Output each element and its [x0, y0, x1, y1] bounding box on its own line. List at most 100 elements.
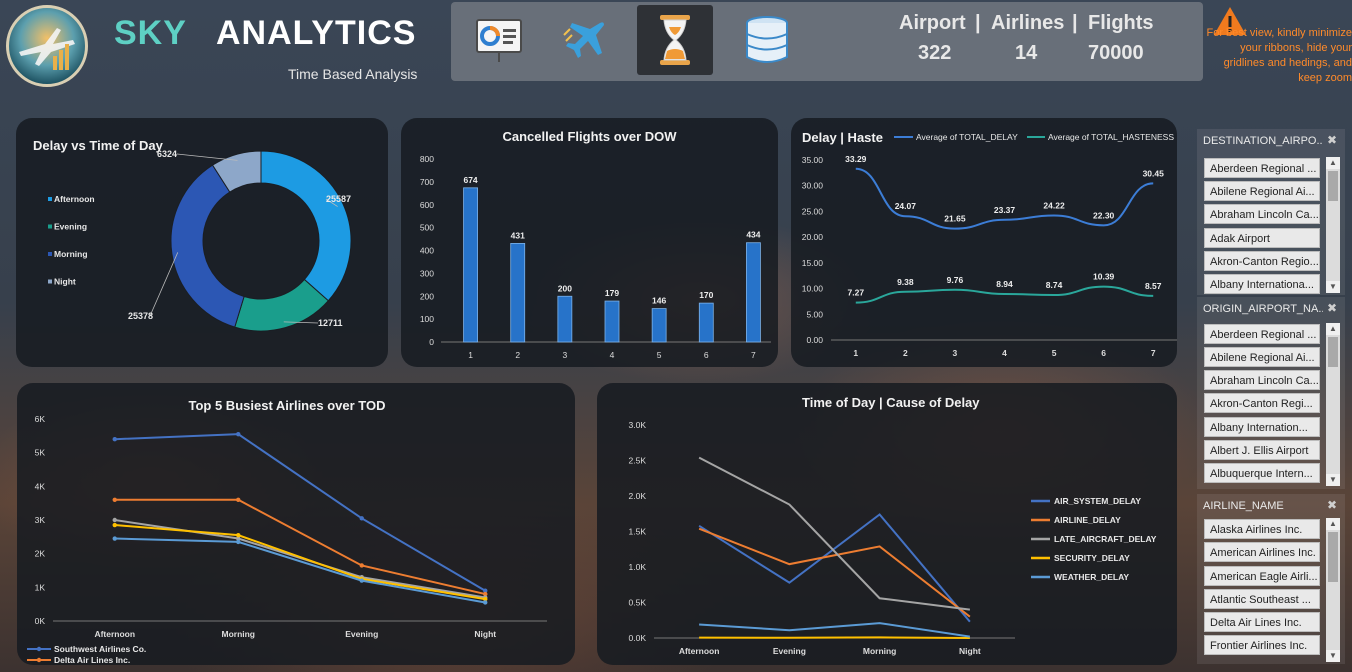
x-tick-label: Evening — [773, 646, 806, 656]
data-label: 674 — [463, 175, 477, 185]
line-chart: 0.0K 0.5K 1.0K 1.5K 2.0K 2.5K 3.0K Afternoon Eve… — [629, 420, 1157, 656]
y-tick-label: 800 — [420, 154, 434, 164]
slicer-item[interactable]: Aberdeen Regional ... — [1204, 158, 1320, 178]
slicer-item[interactable]: Abilene Regional Ai... — [1204, 347, 1320, 367]
data-label: 8.74 — [1046, 280, 1063, 290]
slicer-item[interactable]: Abraham Lincoln Ca... — [1204, 204, 1320, 224]
data-label: 22.30 — [1093, 210, 1115, 220]
slicer-item[interactable]: Aberdeen Regional ... — [1204, 324, 1320, 344]
slicer-item[interactable]: Akron-Canton Regi... — [1204, 393, 1320, 413]
brand-analytics: ANALYTICS — [216, 14, 417, 52]
scroll-thumb[interactable] — [1328, 171, 1338, 201]
slicer-item[interactable]: Albert J. Ellis Airport — [1204, 440, 1320, 460]
data-point — [359, 516, 364, 521]
slicer-item[interactable]: Albany Internationa... — [1204, 274, 1320, 294]
y-tick-label: 2K — [35, 549, 46, 559]
data-label: 431 — [511, 230, 525, 240]
data-label: 9.76 — [947, 275, 964, 285]
data-point — [112, 437, 117, 442]
clear-filter-icon[interactable]: ✖ — [1327, 133, 1337, 147]
y-tick-label: 1.0K — [629, 562, 647, 572]
data-label: 23.37 — [994, 205, 1016, 215]
data-label: 10.39 — [1093, 272, 1115, 282]
view-notice: For best view, kindly minimize your ribb… — [1206, 27, 1352, 84]
data-point — [112, 517, 117, 523]
slicer-scrollbar[interactable]: ▲ ▼ — [1326, 323, 1340, 486]
delay-vs-time-panel: Delay vs Time of Day 25587 12711 25378 6324… — [16, 118, 388, 367]
slicer-item[interactable]: Akron-Canton Regio... — [1204, 251, 1320, 271]
y-tick-label: 5K — [35, 448, 46, 458]
legend-label: Afternoon — [54, 194, 95, 204]
scroll-thumb[interactable] — [1328, 337, 1338, 367]
presentation-chart-icon — [476, 19, 522, 62]
slicer-item[interactable]: American Eagle Airli... — [1204, 566, 1320, 586]
nav-flights-button[interactable] — [547, 5, 623, 75]
nav-overview-button[interactable] — [461, 5, 537, 75]
data-label: 33.29 — [845, 154, 867, 164]
y-tick-label: 25.00 — [802, 206, 824, 216]
data-label: 170 — [699, 290, 713, 300]
slicer-item[interactable]: American Airlines Inc. — [1204, 542, 1320, 562]
legend-label: Evening — [54, 222, 87, 232]
scroll-down-icon[interactable]: ▼ — [1326, 281, 1340, 293]
scroll-down-icon[interactable]: ▼ — [1326, 474, 1340, 486]
y-tick-label: 500 — [420, 223, 434, 233]
busiest-airlines-panel: Top 5 Busiest Airlines over TOD 0K 1K 2K 3K… — [17, 383, 575, 665]
scroll-up-icon[interactable]: ▲ — [1326, 518, 1340, 530]
nav-time-analysis-button[interactable] — [637, 5, 713, 75]
legend-label: Morning — [54, 249, 88, 259]
data-label: 200 — [558, 283, 572, 293]
data-label: 25587 — [326, 194, 351, 204]
scroll-up-icon[interactable]: ▲ — [1326, 323, 1340, 335]
slicer-item[interactable]: Abraham Lincoln Ca... — [1204, 370, 1320, 390]
y-tick-label: 4K — [35, 481, 46, 491]
x-tick-label: 7 — [1151, 348, 1156, 358]
clear-filter-icon[interactable]: ✖ — [1327, 498, 1337, 512]
airlines-stat-label: Airlines — [991, 12, 1065, 34]
logo — [6, 5, 88, 87]
data-point — [236, 539, 241, 545]
bar — [698, 302, 714, 343]
nav-data-button[interactable] — [729, 5, 805, 75]
legend-label: WEATHER_DELAY — [1054, 572, 1129, 582]
slicer-item[interactable]: Adak Airport — [1204, 228, 1320, 248]
logo-plane-icon — [19, 28, 75, 70]
legend-marker — [36, 657, 42, 663]
airlines-stat-value: 14 — [1015, 42, 1038, 64]
x-tick-label: Afternoon — [94, 629, 135, 639]
data-label: 12711 — [318, 318, 343, 328]
slicer-scrollbar[interactable]: ▲ ▼ — [1326, 157, 1340, 293]
y-tick-label: 0 — [429, 337, 434, 347]
leader-line — [149, 252, 179, 317]
airport-stat-value: 322 — [918, 42, 952, 64]
data-label: 7.27 — [848, 288, 865, 298]
database-icon — [746, 16, 788, 63]
slicer-item[interactable]: Abilene Regional Ai... — [1204, 181, 1320, 201]
series-line — [114, 498, 486, 596]
slicer-item[interactable]: Albany Internation... — [1204, 417, 1320, 437]
data-label: 21.65 — [944, 214, 966, 224]
legend-label: LATE_AIRCRAFT_DELAY — [1054, 534, 1157, 544]
x-tick-label: 2 — [903, 348, 908, 358]
slicer-item[interactable]: Alaska Airlines Inc. — [1204, 519, 1320, 539]
y-tick-label: 30.00 — [802, 181, 824, 191]
x-tick-label: 2 — [515, 350, 520, 360]
data-label: 24.07 — [895, 201, 917, 211]
legend-marker — [36, 646, 42, 652]
y-tick-label: 2.5K — [629, 456, 647, 466]
page-subtitle: Time Based Analysis — [288, 66, 418, 82]
slicer-item[interactable]: Frontier Airlines Inc. — [1204, 635, 1320, 655]
slicer-item[interactable]: Albuquerque Intern... — [1204, 463, 1320, 483]
scroll-thumb[interactable] — [1328, 532, 1338, 582]
slicer-item[interactable]: Atlantic Southeast ... — [1204, 589, 1320, 609]
data-label: 8.57 — [1145, 281, 1162, 291]
slicer-item[interactable]: Delta Air Lines Inc. — [1204, 612, 1320, 632]
y-tick-label: 300 — [420, 268, 434, 278]
slicer-scrollbar[interactable]: ▲ ▼ — [1326, 518, 1340, 662]
airline-name-slicer: AIRLINE_NAME ✖ Alaska Airlines Inc. Amer… — [1197, 494, 1345, 664]
x-tick-label: 1 — [468, 350, 473, 360]
y-tick-label: 200 — [420, 291, 434, 301]
clear-filter-icon[interactable]: ✖ — [1327, 301, 1337, 315]
scroll-up-icon[interactable]: ▲ — [1326, 157, 1340, 169]
scroll-down-icon[interactable]: ▼ — [1326, 650, 1340, 662]
